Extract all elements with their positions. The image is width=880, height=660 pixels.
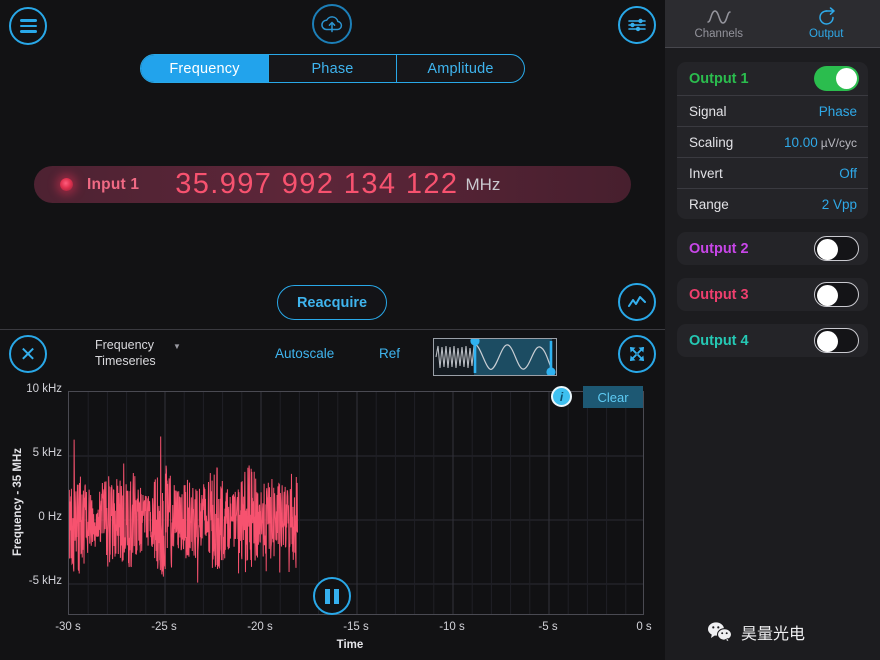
acquisition-row: Reacquire [0,283,665,328]
output-toggle-1[interactable] [814,66,859,91]
output-1-row-signal[interactable]: Signal Phase [677,95,868,126]
clear-button[interactable]: Clear [583,386,643,408]
toggle-knob [836,68,857,89]
wechat-icon [708,622,733,643]
input-channel-label: Input 1 [87,175,140,193]
output-list: Output 1 Signal Phase Scaling 10.00 µV/cyc Inv… [665,48,880,357]
sidebar-tab-output[interactable]: Output [773,0,880,47]
y-tick-label: 0 Hz [38,511,62,523]
output-1-row-invert[interactable]: Invert Off [677,157,868,188]
toggle-knob [817,331,838,352]
tab-amplitude[interactable]: Amplitude [397,55,524,82]
trend-line-icon[interactable] [618,283,656,321]
output-arrow-icon [819,7,835,25]
row-key: Invert [689,165,723,181]
mode-tab-group[interactable]: Frequency Phase Amplitude [140,54,525,83]
x-tick-label: -25 s [151,621,177,633]
chart-title-line2: Timeseries [95,354,156,368]
output-header-3: Output 3 [677,278,868,311]
y-tick-label: 10 kHz [26,383,62,395]
y-tick-label: 5 kHz [32,447,62,459]
info-icon[interactable]: i [551,386,572,407]
row-value: 10.00 µV/cyc [783,134,857,150]
watermark: 昊量光电 [707,620,805,644]
output-toggle-4[interactable] [814,328,859,353]
plot-canvas[interactable] [68,391,644,615]
ref-button[interactable]: Ref [379,346,400,361]
output-card-4: Output 4 [677,324,868,357]
x-tick-label: -30 s [55,621,81,633]
output-toggle-2[interactable] [814,236,859,261]
row-key: Signal [689,103,727,119]
chart-toolbar: ✕ Frequency Timeseries ▼ Autoscale Ref [0,330,665,378]
toggle-knob [817,285,838,306]
waveform-range-selector[interactable] [433,336,557,377]
row-unit: µV/cyc [820,135,857,150]
watermark-text: 昊量光电 [741,626,806,643]
x-tick-label: -5 s [538,621,558,633]
frequency-unit: MHz [465,174,501,194]
y-tick-label: -5 kHz [28,575,62,587]
y-axis-ticks: 10 kHz 5 kHz 0 Hz -5 kHz [0,378,62,660]
chart-title-line1: Frequency [95,338,155,352]
output-card-1: Output 1 Signal Phase Scaling 10.00 µV/cyc Inv… [677,62,868,219]
tab-frequency[interactable]: Frequency [141,55,269,82]
right-sidebar: Channels Output Output 1 Signal Phase Scali… [665,0,880,660]
sine-wave-icon [707,10,731,24]
cloud-upload-icon[interactable] [312,4,352,44]
chevron-down-icon[interactable]: ▼ [173,342,181,351]
autoscale-button[interactable]: Autoscale [275,346,334,361]
output-name-1: Output 1 [689,70,749,87]
row-value: 2 Vpp [821,196,857,212]
output-header-4: Output 4 [677,324,868,357]
input-status-led [60,178,73,191]
output-name-3: Output 3 [689,286,749,303]
x-axis-label: Time [336,639,364,651]
x-tick-label: -15 s [343,621,369,633]
output-1-row-scaling[interactable]: Scaling 10.00 µV/cyc [677,126,868,157]
main-panel: Frequency Phase Amplitude Input 1 35.997… [0,0,665,660]
expand-fullscreen-icon[interactable] [618,335,656,373]
chart-title: Frequency Timeseries [95,337,156,369]
row-value: Phase [818,103,857,119]
output-toggle-3[interactable] [814,282,859,307]
sidebar-tab-group: Channels Output [665,0,880,48]
x-tick-label: -10 s [439,621,465,633]
sidebar-tab-channels-label: Channels [694,28,744,40]
output-header-2: Output 2 [677,232,868,265]
sidebar-tab-channels[interactable]: Channels [665,0,773,47]
x-tick-label: 0 s [636,621,652,633]
output-header-1: Output 1 [677,62,868,95]
output-name-2: Output 2 [689,240,749,257]
output-card-2: Output 2 [677,232,868,265]
frequency-value: 35.997 992 134 122 [175,168,459,200]
reacquire-button[interactable]: Reacquire [277,285,387,320]
frequency-readout[interactable]: Input 1 35.997 992 134 122 MHz [34,166,631,203]
toggle-knob [817,239,838,260]
row-key: Scaling [689,134,734,150]
tab-phase[interactable]: Phase [269,55,397,82]
hamburger-menu-icon[interactable] [9,7,47,45]
sidebar-tab-output-label: Output [808,28,844,40]
x-tick-label: -20 s [247,621,273,633]
x-axis-ticks: -30 s -25 s -20 s -15 s -10 s -5 s 0 s [0,621,665,639]
app-root: Frequency Phase Amplitude Input 1 35.997… [0,0,880,660]
pause-bar-left [325,588,330,604]
top-toolbar [0,0,665,52]
row-value: Off [839,165,857,181]
output-name-4: Output 4 [689,332,749,349]
row-key: Range [689,196,729,212]
sliders-settings-icon[interactable] [618,6,656,44]
chart-area: Frequency - 35 MHz 10 kHz 5 kHz 0 Hz -5 kHz… [0,378,665,660]
pause-bar-right [334,588,339,604]
output-1-row-range[interactable]: Range 2 Vpp [677,188,868,219]
close-x-icon[interactable]: ✕ [9,335,47,373]
pause-icon[interactable] [313,577,351,615]
output-card-3: Output 3 [677,278,868,311]
